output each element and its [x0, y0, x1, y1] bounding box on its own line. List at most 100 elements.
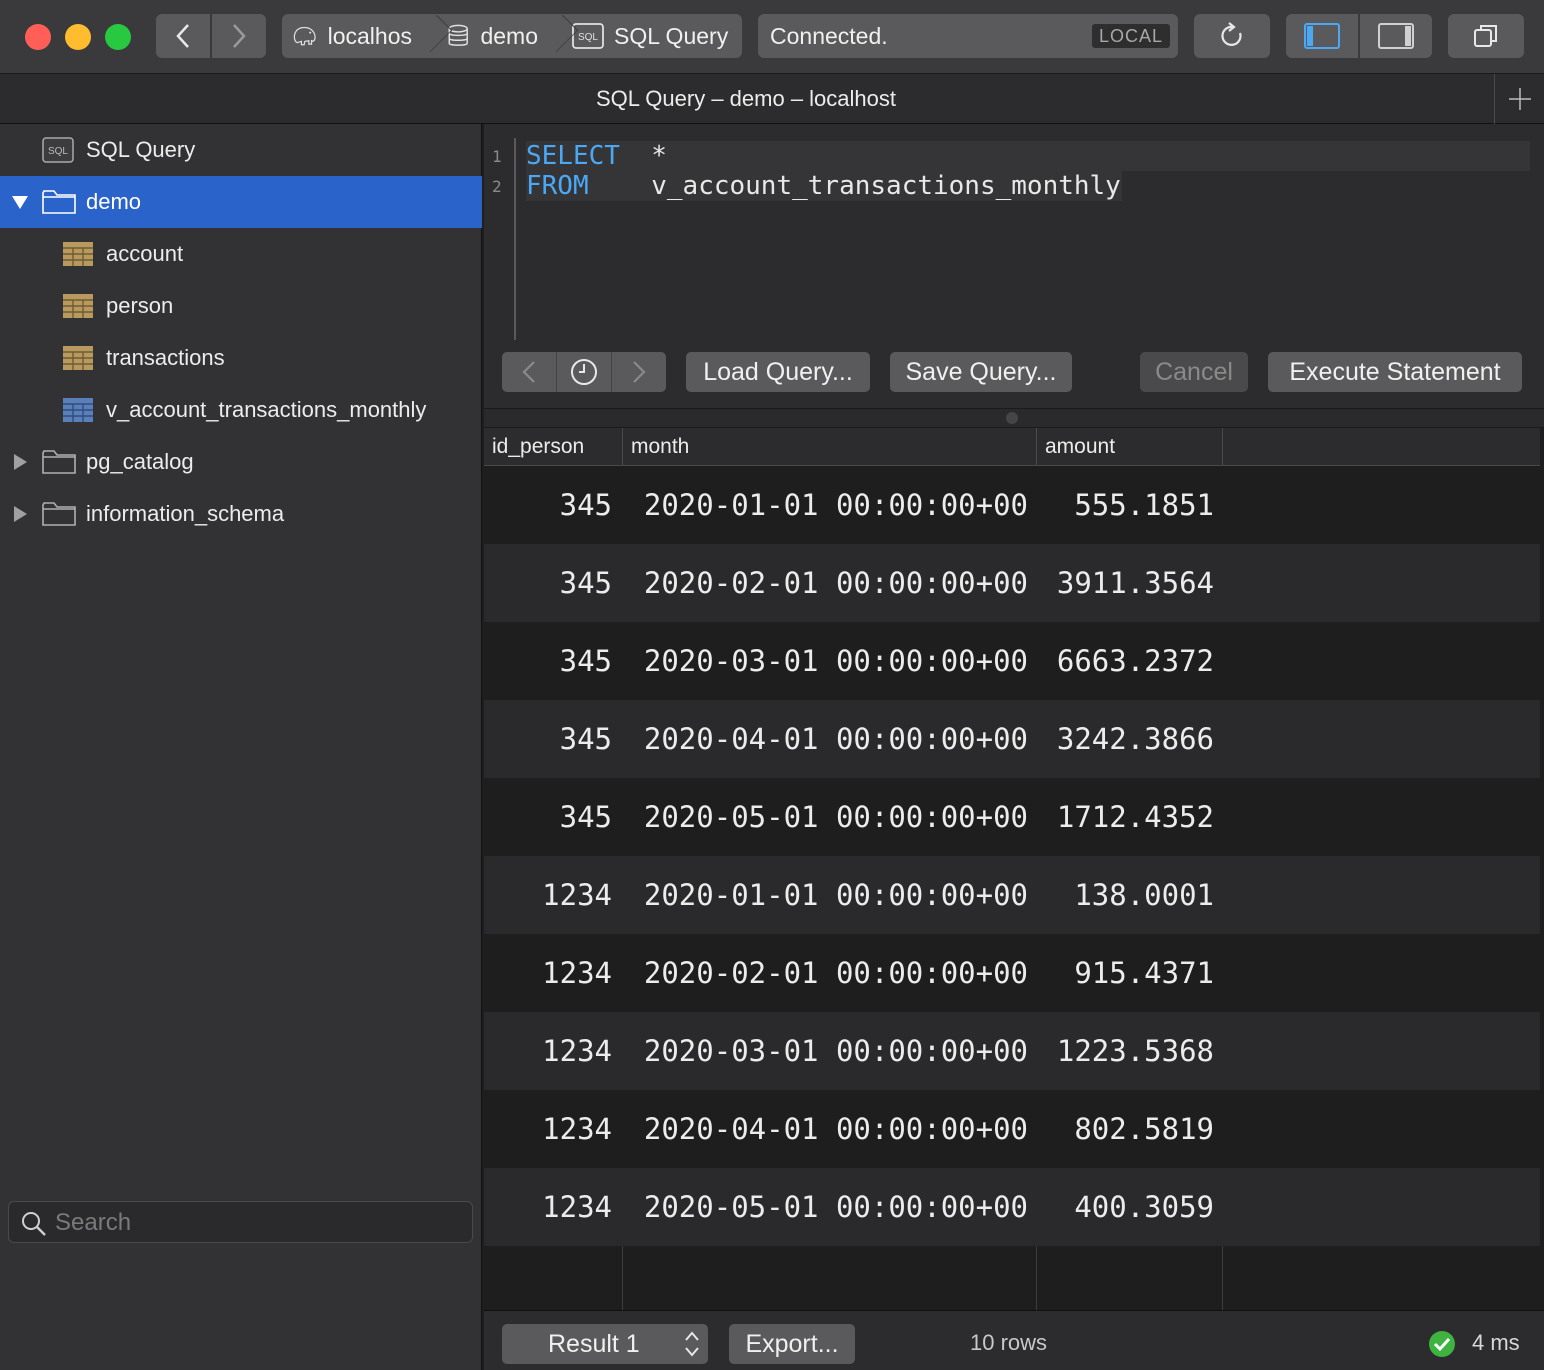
- load-query-button[interactable]: Load Query...: [686, 352, 870, 392]
- chevron-right-icon: [233, 24, 246, 48]
- table-cell-amount[interactable]: 6663.2372: [1037, 622, 1222, 700]
- sidebar-item-v-account-transactions-monthly[interactable]: v_account_transactions_monthly: [0, 384, 482, 436]
- breadcrumb-server-label: localhos: [327, 22, 412, 49]
- table-cell-amount[interactable]: 3242.3866: [1037, 700, 1222, 778]
- table-cell-amount[interactable]: 915.4371: [1037, 934, 1222, 1012]
- splitter-handle-icon[interactable]: [1006, 412, 1018, 424]
- table-cell-month[interactable]: 2020-02-01 00:00:00+00: [623, 934, 1036, 1012]
- row-count: 10 rows: [970, 1330, 1048, 1355]
- sidebar-item-pg-catalog[interactable]: pg_catalog: [0, 436, 482, 488]
- table-cell-month[interactable]: 2020-01-01 00:00:00+00: [623, 466, 1036, 544]
- history-back-button[interactable]: [502, 352, 557, 392]
- history-forward-button[interactable]: [612, 352, 666, 392]
- table-cell-id-person[interactable]: 345: [484, 622, 622, 700]
- breadcrumb-query[interactable]: SQL SQL Query: [562, 14, 738, 58]
- window-title[interactable]: SQL Query – demo – localhost: [0, 86, 1492, 112]
- table-cell-month[interactable]: 2020-01-01 00:00:00+00: [623, 856, 1036, 934]
- save-query-button[interactable]: Save Query...: [890, 352, 1072, 392]
- close-window-button[interactable]: [25, 24, 51, 50]
- table-cell-amount[interactable]: 1223.5368: [1037, 1012, 1222, 1090]
- column-header-id-person[interactable]: id_person: [484, 428, 623, 466]
- table-row[interactable]: 1234 2020-04-01 00:00:00+00 802.5819: [484, 1090, 1540, 1168]
- disclosure-collapsed-icon[interactable]: [10, 452, 30, 472]
- sidebar-item-sql-query[interactable]: SQL SQL Query: [0, 124, 482, 176]
- sidebar-item-label: account: [106, 241, 184, 266]
- sidebar-item-information-schema[interactable]: information_schema: [0, 488, 482, 540]
- table-cell-id-person[interactable]: 345: [484, 466, 622, 544]
- table-cell-month[interactable]: 2020-04-01 00:00:00+00: [623, 1090, 1036, 1168]
- breadcrumb-server[interactable]: localhos: [282, 14, 422, 58]
- table-cell-amount[interactable]: 400.3059: [1037, 1168, 1222, 1246]
- success-check-icon: [1428, 1330, 1456, 1363]
- sql-keyword: SELECT: [526, 141, 620, 171]
- toggle-right-panel-button[interactable]: [1360, 14, 1432, 58]
- table-cell-amount[interactable]: 138.0001: [1037, 856, 1222, 934]
- execute-statement-button[interactable]: Execute Statement: [1268, 352, 1522, 392]
- table-cell-id-person[interactable]: 1234: [484, 1090, 622, 1168]
- search-icon: [21, 1211, 47, 1242]
- table-cell-id-person[interactable]: 1234: [484, 934, 622, 1012]
- table-row[interactable]: 1234 2020-05-01 00:00:00+00 400.3059: [484, 1168, 1540, 1246]
- new-window-button[interactable]: [1448, 14, 1524, 58]
- cancel-button[interactable]: Cancel: [1140, 352, 1248, 392]
- view-icon: [62, 397, 94, 423]
- table-cell-amount[interactable]: 555.1851: [1037, 466, 1222, 544]
- sidebar-item-account[interactable]: account: [0, 228, 482, 280]
- table-cell-amount[interactable]: 802.5819: [1037, 1090, 1222, 1168]
- table-row[interactable]: 345 2020-05-01 00:00:00+00 1712.4352: [484, 778, 1540, 856]
- table-row[interactable]: 345 2020-01-01 00:00:00+00 555.1851: [484, 466, 1540, 544]
- result-set-selector[interactable]: Result 1: [502, 1324, 708, 1364]
- query-history-controls: [502, 352, 666, 392]
- result-set-label: Result 1: [548, 1329, 640, 1358]
- minimize-window-button[interactable]: [65, 24, 91, 50]
- toggle-left-panel-button[interactable]: [1286, 14, 1358, 58]
- table-cell-month[interactable]: 2020-02-01 00:00:00+00: [623, 544, 1036, 622]
- export-button[interactable]: Export...: [729, 1324, 855, 1364]
- table-cell-id-person[interactable]: 345: [484, 544, 622, 622]
- table-cell-month[interactable]: 2020-04-01 00:00:00+00: [623, 700, 1036, 778]
- back-button[interactable]: [156, 14, 210, 58]
- clock-icon: [571, 359, 597, 385]
- table-row[interactable]: 345 2020-02-01 00:00:00+00 3911.3564: [484, 544, 1540, 622]
- table-cell-month[interactable]: 2020-05-01 00:00:00+00: [623, 778, 1036, 856]
- table-icon: [62, 241, 94, 267]
- chevron-left-icon: [176, 24, 189, 48]
- sidebar-item-demo[interactable]: demo: [0, 176, 482, 228]
- code-line[interactable]: FROM v_account_transactions_monthly: [526, 171, 1121, 201]
- sidebar-item-label: transactions: [106, 345, 225, 370]
- table-row[interactable]: 1234 2020-01-01 00:00:00+00 138.0001: [484, 856, 1540, 934]
- sidebar-item-label: pg_catalog: [86, 449, 194, 474]
- history-button[interactable]: [557, 352, 612, 392]
- table-cell-id-person[interactable]: 345: [484, 700, 622, 778]
- table-cell-amount[interactable]: 1712.4352: [1037, 778, 1222, 856]
- table-cell-month[interactable]: 2020-05-01 00:00:00+00: [623, 1168, 1036, 1246]
- zoom-window-button[interactable]: [105, 24, 131, 50]
- forward-button[interactable]: [212, 14, 266, 58]
- table-row[interactable]: 345 2020-04-01 00:00:00+00 3242.3866: [484, 700, 1540, 778]
- sql-text: v_account_transactions_monthly: [588, 171, 1121, 201]
- table-cell-id-person[interactable]: 345: [484, 778, 622, 856]
- sidebar-search: [8, 1201, 473, 1243]
- column-header-month[interactable]: month: [623, 428, 1037, 466]
- breadcrumb-database[interactable]: demo: [436, 14, 548, 58]
- table-cell-id-person[interactable]: 1234: [484, 1168, 622, 1246]
- table-cell-id-person[interactable]: 1234: [484, 1012, 622, 1090]
- table-row[interactable]: 1234 2020-03-01 00:00:00+00 1223.5368: [484, 1012, 1540, 1090]
- table-row[interactable]: 345 2020-03-01 00:00:00+00 6663.2372: [484, 622, 1540, 700]
- table-cell-month[interactable]: 2020-03-01 00:00:00+00: [623, 622, 1036, 700]
- column-header-amount[interactable]: amount: [1037, 428, 1223, 466]
- folder-icon: [42, 501, 76, 527]
- code-line[interactable]: SELECT *: [526, 141, 667, 171]
- table-cell-id-person[interactable]: 1234: [484, 856, 622, 934]
- table-cell-amount[interactable]: 3911.3564: [1037, 544, 1222, 622]
- sidebar-item-person[interactable]: person: [0, 280, 482, 332]
- table-row[interactable]: 1234 2020-02-01 00:00:00+00 915.4371: [484, 934, 1540, 1012]
- disclosure-expanded-icon[interactable]: [10, 192, 30, 212]
- refresh-button[interactable]: [1194, 14, 1270, 58]
- search-input[interactable]: [55, 1208, 455, 1238]
- disclosure-collapsed-icon[interactable]: [10, 504, 30, 524]
- new-tab-button[interactable]: [1494, 74, 1544, 124]
- query-timing: 4 ms: [1472, 1330, 1520, 1355]
- table-cell-month[interactable]: 2020-03-01 00:00:00+00: [623, 1012, 1036, 1090]
- sidebar-item-transactions[interactable]: transactions: [0, 332, 482, 384]
